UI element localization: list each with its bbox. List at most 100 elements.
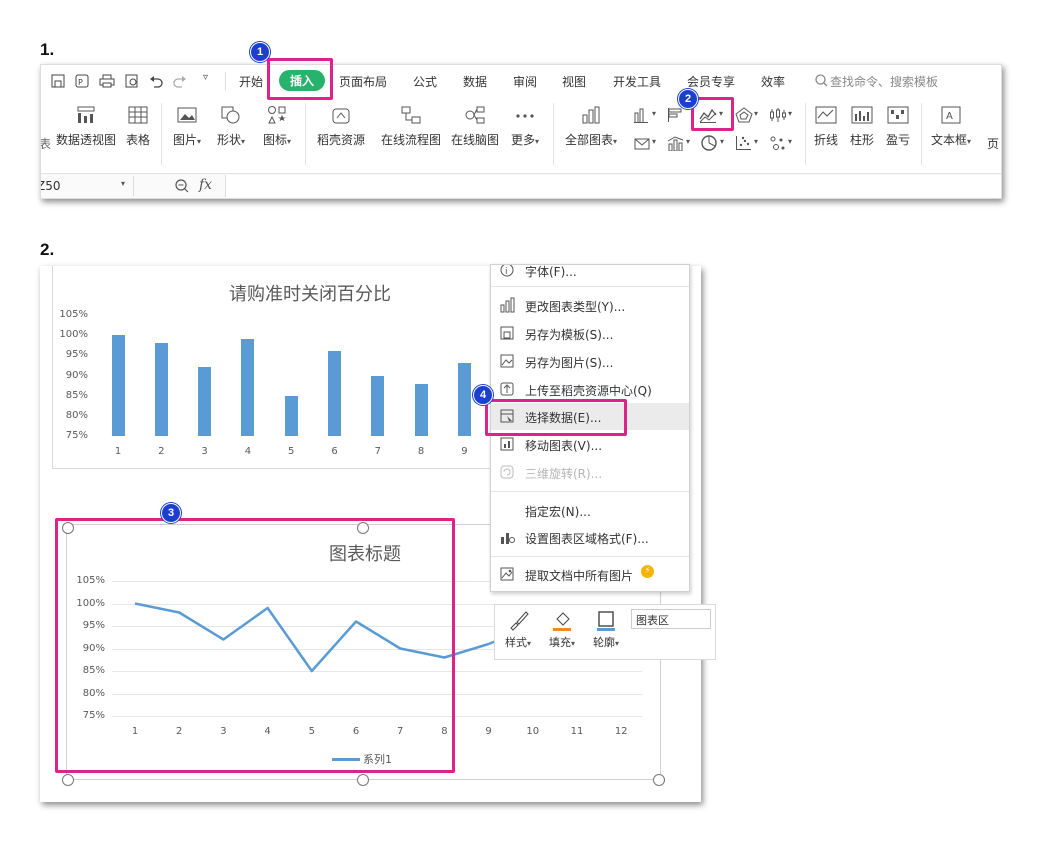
tab-efficiency[interactable]: 效率	[761, 73, 785, 90]
stock-chart-dropdown[interactable]: ▾	[788, 109, 792, 118]
step-label-2: 2.	[40, 240, 55, 259]
shape-icon	[221, 106, 240, 124]
menu-item-assign-macro-label: 指定宏(N)...	[525, 505, 591, 519]
pivot-chart-button[interactable]: 数据透视图	[55, 105, 117, 148]
zoom-icon[interactable]	[175, 179, 189, 193]
bubble-chart-icon[interactable]	[769, 135, 787, 151]
resize-handle-bottom-center[interactable]	[357, 774, 369, 786]
map-chart-dropdown[interactable]: ▾	[652, 137, 656, 146]
menu-item-assign-macro[interactable]: 指定宏(N)...	[491, 497, 689, 524]
menu-item-extract-images[interactable]: 提取文档中所有图片 ⚡	[491, 561, 689, 588]
menu-item-change-chart-type[interactable]: 更改图表类型(Y)...	[491, 292, 689, 319]
textbox-button[interactable]: A 文本框▾	[927, 105, 975, 148]
step-badge-2: 2	[678, 89, 698, 109]
print-icon[interactable]	[99, 74, 115, 88]
name-box-dropdown[interactable]: ▾	[121, 179, 125, 188]
undo-icon[interactable]	[149, 74, 163, 88]
redo-icon[interactable]	[173, 74, 187, 88]
tab-page-layout[interactable]: 页面布局	[339, 73, 387, 90]
page-button-clipped[interactable]: 页	[987, 135, 999, 152]
export-pdf-icon[interactable]: P	[75, 74, 89, 88]
docer-resources-button[interactable]: 稻壳资源	[315, 105, 367, 148]
picture-button[interactable]: 图片▾	[169, 105, 205, 148]
bar-chart-icon[interactable]	[667, 107, 685, 123]
menu-item-extract-images-label: 提取文档中所有图片	[525, 569, 634, 583]
ribbon-screenshot: P ▿ 开始 插入 页面布局 公式 数据 审阅 视图 开发工具 会员专享 效率 …	[40, 64, 1002, 199]
sparkline-winloss-label: 盈亏	[885, 133, 910, 147]
menu-item-save-as-picture[interactable]: 另存为图片(S)...	[491, 348, 689, 375]
menu-item-font[interactable]: i 字体(F)...	[491, 265, 689, 284]
table-button[interactable]: 表格	[123, 105, 153, 148]
menu-item-move-chart-label: 移动图表(V)...	[525, 439, 603, 453]
stock-chart-icon[interactable]	[769, 107, 787, 123]
customize-toolbar-icon[interactable]: ▿	[203, 72, 208, 83]
extract-images-icon	[500, 567, 514, 581]
clipped-item-label: 表	[40, 137, 52, 151]
print-preview-icon[interactable]	[125, 74, 139, 88]
save-picture-icon	[500, 354, 514, 368]
tab-formulas[interactable]: 公式	[413, 73, 437, 90]
name-box[interactable]: Z50	[41, 179, 61, 193]
icon-library-icon	[268, 106, 286, 124]
bubble-chart-dropdown[interactable]: ▾	[788, 137, 792, 146]
brush-icon	[510, 611, 529, 631]
search-icon	[815, 74, 828, 87]
tab-data[interactable]: 数据	[463, 73, 487, 90]
move-chart-icon	[500, 437, 514, 451]
fx-icon[interactable]: fx	[199, 177, 212, 193]
mindmap-icon	[465, 106, 485, 124]
radar-chart-icon[interactable]	[735, 107, 753, 123]
scatter-chart-icon[interactable]	[735, 135, 753, 151]
search-commands-input[interactable]: 查找命令、搜索模板	[830, 73, 938, 90]
online-mindmap-label: 在线脑图	[450, 133, 499, 147]
outline-button[interactable]: 轮廓▾	[589, 609, 623, 650]
tab-review[interactable]: 审阅	[513, 73, 537, 90]
chart-style-button[interactable]: 样式▾	[501, 609, 535, 650]
online-flowchart-button[interactable]: 在线流程图	[379, 105, 443, 148]
rotate-3d-icon	[500, 465, 514, 479]
radar-chart-dropdown[interactable]: ▾	[754, 109, 758, 118]
scatter-chart-dropdown[interactable]: ▾	[754, 137, 758, 146]
icon-button[interactable]: 图标▾	[259, 105, 295, 148]
sparkline-winloss-button[interactable]: 盈亏	[883, 105, 913, 148]
menu-item-font-label: 字体(F)...	[525, 265, 577, 279]
file-icon[interactable]	[51, 74, 65, 88]
formula-bar: Z50 ▾ fx	[41, 173, 1001, 198]
chart-element-select[interactable]: 图表区	[631, 609, 711, 629]
more-button[interactable]: 更多▾	[507, 105, 543, 148]
picture-icon	[177, 107, 197, 123]
tab-view[interactable]: 视图	[562, 73, 586, 90]
shape-button[interactable]: 形状▾	[213, 105, 249, 148]
resize-handle-bottom-right[interactable]	[653, 774, 665, 786]
formula-input[interactable]	[225, 175, 1001, 197]
sparkline-line-button[interactable]: 折线	[811, 105, 841, 148]
menu-item-save-as-template[interactable]: 另存为模板(S)...	[491, 320, 689, 347]
step-label-1: 1.	[40, 40, 55, 59]
pie-chart-dropdown[interactable]: ▾	[720, 137, 724, 146]
all-charts-button[interactable]: 全部图表▾	[561, 105, 621, 148]
table-icon	[128, 106, 148, 124]
combo-chart-dropdown[interactable]: ▾	[686, 137, 690, 146]
column-chart-icon[interactable]	[633, 107, 651, 123]
resize-handle-bottom-left[interactable]	[62, 774, 74, 786]
tab-member[interactable]: 会员专享	[687, 73, 735, 90]
map-chart-icon[interactable]	[633, 135, 651, 151]
all-charts-icon	[582, 106, 600, 124]
tab-home[interactable]: 开始	[239, 73, 263, 90]
online-mindmap-button[interactable]: 在线脑图	[449, 105, 501, 148]
tab-developer[interactable]: 开发工具	[613, 73, 661, 90]
sparkline-column-button[interactable]: 柱形	[847, 105, 877, 148]
fill-button[interactable]: 填充▾	[545, 609, 579, 650]
combo-chart-icon[interactable]	[667, 135, 685, 151]
more-label: 更多	[510, 133, 535, 147]
sparkline-winloss-icon	[887, 106, 909, 124]
column-chart-dropdown[interactable]: ▾	[652, 109, 656, 118]
pie-chart-icon[interactable]	[701, 135, 719, 151]
sparkline-line-icon	[815, 106, 837, 124]
step-badge-1: 1	[250, 42, 270, 62]
all-charts-label: 全部图表	[564, 133, 613, 147]
menu-item-format-chart-area[interactable]: 设置图表区域格式(F)...	[491, 524, 689, 551]
menu-item-format-chart-area-label: 设置图表区域格式(F)...	[525, 532, 649, 546]
select-data-highlight	[485, 399, 627, 436]
pivot-chart-label: 数据透视图	[55, 133, 116, 147]
